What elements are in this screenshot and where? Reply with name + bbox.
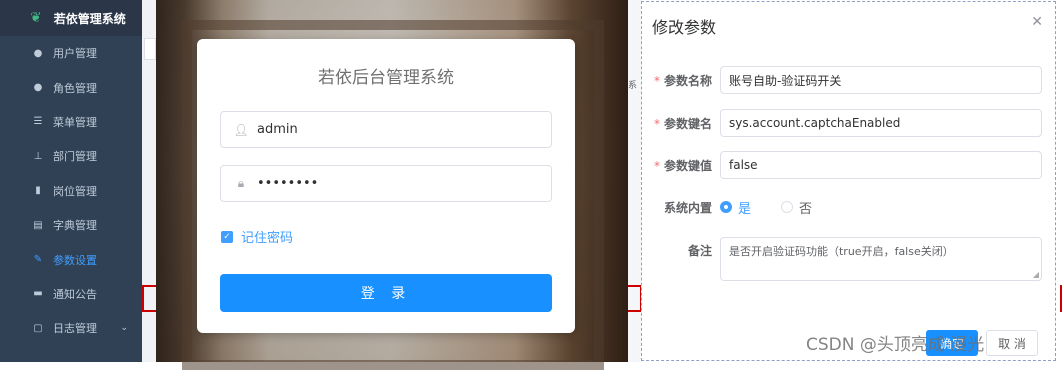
login-button[interactable]: 登 录 xyxy=(220,274,552,312)
remark-value: 是否开启验证码功能（true开启，false关闭） xyxy=(729,245,954,258)
check-icon[interactable]: ✓ xyxy=(221,230,233,243)
edit-config-dialog: 修改参数 ✕ * 参数名称 账号自助-验证码开关 * 参数键名 sys.accoun… xyxy=(641,1,1056,361)
lock-icon: 🔒︎ xyxy=(237,176,245,190)
sidebar-item-label: 部门管理 xyxy=(53,150,97,164)
sidebar-item-label: 岗位管理 xyxy=(53,184,97,198)
app-logo[interactable]: ❦ 若依管理系统 xyxy=(0,0,142,36)
config-value-row: * 参数键值 false xyxy=(642,150,1057,180)
sidebar-item-logs[interactable]: ▢ 日志管理 ⌄ xyxy=(0,311,142,345)
builtin-label: 系统内置 xyxy=(663,200,712,215)
config-key-label: * 参数键名 xyxy=(653,116,712,131)
log-icon: ▢ xyxy=(33,322,43,334)
sidebar-item-label: 字典管理 xyxy=(53,219,97,233)
login-card: 若依后台管理系统 👤︎ admin 🔒︎ •••••••• ✓ 记住密码 登 录 xyxy=(197,39,575,333)
sidebar-item-config[interactable]: ✎ 参数设置 xyxy=(0,242,142,276)
username-field[interactable]: 👤︎ admin xyxy=(220,111,552,148)
sidebar-item-label: 用户管理 xyxy=(53,47,97,61)
sidebar-item-label: 菜单管理 xyxy=(53,115,97,129)
radio-no[interactable] xyxy=(781,201,794,213)
sidebar-item-label: 参数设置 xyxy=(53,253,97,267)
logo-icon: ❦ xyxy=(30,10,42,26)
config-value-input[interactable]: false xyxy=(720,151,1042,179)
annotation-box-mid xyxy=(628,285,642,312)
annotation-box-left xyxy=(142,285,156,312)
builtin-radio-group: 是 否 xyxy=(720,198,812,217)
user-icon: ● xyxy=(33,47,43,59)
config-key-input[interactable]: sys.account.captchaEnabled xyxy=(720,109,1042,137)
sidebar-item-roles[interactable]: ● 角色管理 xyxy=(0,70,142,104)
config-value-label: * 参数键值 xyxy=(653,158,712,173)
sidebar-item-dicts[interactable]: ▤ 字典管理 xyxy=(0,208,142,242)
content-edge-box xyxy=(144,38,156,60)
required-mark: * xyxy=(653,158,660,173)
config-name-input[interactable]: 账号自助-验证码开关 xyxy=(720,66,1042,94)
sidebar-item-users[interactable]: ● 用户管理 xyxy=(0,36,142,70)
cancel-button[interactable]: 取 消 xyxy=(986,330,1038,356)
required-mark: * xyxy=(653,73,660,88)
peoples-icon: ● xyxy=(33,82,43,94)
sidebar-item-label: 日志管理 xyxy=(53,322,97,336)
gap-text: 系 xyxy=(628,81,638,91)
remark-textarea[interactable]: 是否开启验证码功能（true开启，false关闭） ◢ xyxy=(720,237,1042,281)
close-icon[interactable]: ✕ xyxy=(1031,14,1043,30)
remember-password[interactable]: ✓ 记住密码 xyxy=(221,227,293,246)
dict-icon: ▤ xyxy=(33,219,43,231)
remember-label: 记住密码 xyxy=(241,231,294,246)
app-title: 若依管理系统 xyxy=(53,11,126,26)
chevron-down-icon: ⌄ xyxy=(120,323,128,334)
message-icon: ▬ xyxy=(33,288,43,300)
sidebar-item-notice[interactable]: ▬ 通知公告 xyxy=(0,277,142,311)
config-key-row: * 参数键名 sys.account.captchaEnabled xyxy=(642,108,1057,138)
tree-table-icon: ☰ xyxy=(33,116,43,128)
user-icon: 👤︎ xyxy=(233,122,249,137)
sidebar-item-label: 角色管理 xyxy=(53,81,97,95)
password-field[interactable]: 🔒︎ •••••••• xyxy=(220,165,552,202)
username-value: admin xyxy=(257,122,298,137)
watermark: CSDN @头顶亮成·漫光 xyxy=(806,335,985,355)
password-value: •••••••• xyxy=(257,176,319,191)
config-name-row: * 参数名称 账号自助-验证码开关 xyxy=(642,65,1057,95)
resize-grip-icon[interactable]: ◢ xyxy=(1033,270,1039,279)
tree-icon: ⊥ xyxy=(33,150,43,162)
dialog-title: 修改参数 xyxy=(652,18,717,37)
radio-no-label[interactable]: 否 xyxy=(799,198,812,217)
required-mark: * xyxy=(653,116,660,131)
sidebar: ❦ 若依管理系统 ● 用户管理 ● 角色管理 ☰ 菜单管理 ⊥ 部门管理 ▮ 岗… xyxy=(0,0,142,362)
sidebar-item-posts[interactable]: ▮ 岗位管理 xyxy=(0,174,142,208)
sidebar-item-depts[interactable]: ⊥ 部门管理 xyxy=(0,139,142,173)
config-name-label: * 参数名称 xyxy=(653,73,712,88)
edit-icon: ✎ xyxy=(33,254,43,266)
radio-yes-label[interactable]: 是 xyxy=(738,198,751,217)
sidebar-item-label: 通知公告 xyxy=(53,287,97,301)
radio-yes[interactable] xyxy=(720,201,732,213)
remark-label: 备注 xyxy=(687,243,712,258)
builtin-row: 系统内置 是 否 xyxy=(642,192,1057,222)
login-title: 若依后台管理系统 xyxy=(318,68,454,88)
sidebar-item-menus[interactable]: ☰ 菜单管理 xyxy=(0,105,142,139)
post-icon: ▮ xyxy=(35,185,41,197)
